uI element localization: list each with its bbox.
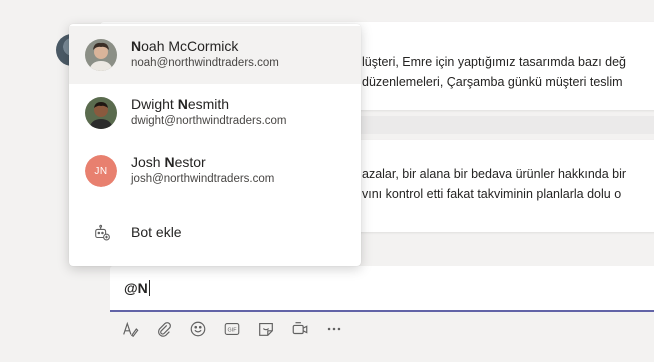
avatar-initials: JN bbox=[85, 155, 117, 187]
message-text: vını kontrol etti fakat takviminin planl… bbox=[362, 187, 622, 201]
mention-email: dwight@northwindtraders.com bbox=[131, 115, 287, 127]
more-options-icon[interactable] bbox=[324, 319, 344, 339]
message-text: lüşteri, Emre için yaptığımız tasarımda … bbox=[362, 55, 626, 69]
sticker-icon[interactable] bbox=[256, 319, 276, 339]
mention-name: Noah McCormick bbox=[131, 38, 239, 54]
mention-item-josh[interactable]: JN Josh Nestor josh@northwindtraders.com bbox=[69, 142, 361, 200]
meet-now-icon[interactable] bbox=[290, 319, 310, 339]
mention-email: noah@northwindtraders.com bbox=[131, 57, 279, 69]
mention-item-noah[interactable]: Noah McCormick noah@northwindtraders.com bbox=[69, 26, 361, 84]
format-icon[interactable] bbox=[120, 319, 140, 339]
emoji-icon[interactable] bbox=[188, 319, 208, 339]
gif-icon[interactable]: GIF bbox=[222, 319, 242, 339]
attach-icon[interactable] bbox=[154, 319, 174, 339]
text-caret bbox=[148, 280, 150, 296]
mention-name: Josh Nestor bbox=[131, 154, 206, 170]
gif-icon-label: GIF bbox=[228, 327, 238, 333]
compose-box[interactable]: @N bbox=[110, 266, 654, 312]
avatar bbox=[85, 97, 117, 129]
add-bot-label: Bot ekle bbox=[131, 224, 182, 240]
message-text: düzenlemeleri, Çarşamba günkü müşteri te… bbox=[362, 75, 623, 89]
bot-icon bbox=[95, 224, 110, 241]
mention-popup: Noah McCormick noah@northwindtraders.com… bbox=[69, 24, 361, 266]
avatar bbox=[85, 39, 117, 71]
add-bot-item[interactable]: Bot ekle bbox=[69, 204, 361, 262]
mention-name: Dwight Nesmith bbox=[131, 96, 230, 112]
message-text: azalar, bir alana bir bedava ürünler hak… bbox=[362, 167, 627, 181]
compose-toolbar: GIF bbox=[120, 318, 344, 340]
mention-email: josh@northwindtraders.com bbox=[131, 173, 275, 185]
compose-input[interactable]: @N bbox=[124, 280, 150, 296]
mention-item-dwight[interactable]: Dwight Nesmith dwight@northwindtraders.c… bbox=[69, 84, 361, 142]
